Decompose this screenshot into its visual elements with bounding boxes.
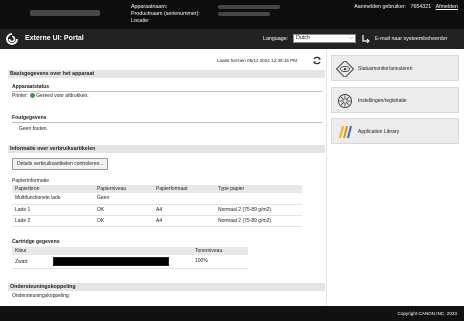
cartridge-info-title: Cartridge gegevens [12,239,60,245]
app-library-icon [339,126,352,138]
eye-icon [336,61,354,77]
table-row: Lade 1 OK A4 Normaal 2 (75-89 g/m2) [12,204,302,216]
top-header: Apparaatnaam: Productnaam (serienummer):… [0,0,464,29]
error-value: Geen fouten. [19,126,48,132]
table-cell: A4 [153,215,215,227]
toner-color-cell: Zwart [12,255,192,269]
toner-level: 100% [192,255,248,269]
settings-registration-button[interactable]: Instellingen/registratie [331,87,459,113]
table-row: Lade 2 OK A4 Normaal 2 (75-89 g/m2) [12,215,302,227]
table-cell [153,193,215,205]
column-header: Tonerniveau [192,247,248,255]
table-cell: Geen [94,193,153,205]
column-header: Papierbron [12,185,94,193]
column-header: Kleur [12,247,192,255]
paper-table-header: Papierbron Papierniveau Papierformaat Ty… [12,185,302,193]
column-header: Type papier [215,185,302,193]
paper-info-title: Papierinformatie [12,178,50,184]
table-cell: Lade 1 [12,204,94,216]
status-monitor-button[interactable]: Statusmonitor/annuleren [331,55,459,81]
device-info: Apparaatnaam: Productnaam (serienummer):… [131,4,200,25]
canon-portal-logo-icon [6,33,18,45]
paper-table: Papierbron Papierniveau Papierformaat Ty… [12,185,302,227]
application-library-button[interactable]: Application Library [331,118,459,144]
toner-color: Zwart [15,258,28,265]
logout-link[interactable]: Afmelden [436,4,458,10]
printer-status-row: Printer: Gereed voor afdrukken. [12,93,89,99]
table-row: Zwart 100% [12,255,248,269]
product-name-label: Productnaam (serienummer): [131,11,200,17]
device-name-label: Apparaatnaam: [131,4,168,10]
toner-level-bar [53,256,169,266]
nav-bar: Externe UI: Portal Language: Dutch ⌵ E-m… [0,29,464,49]
login-label: Aanmelden gebruiker: [354,4,407,10]
redacted-logo [30,10,100,16]
cartridge-table-header: Kleur Tonerniveau [12,247,248,255]
table-cell: Normaal 2 (75-89 g/m2) [215,215,302,227]
redacted-product-name [218,12,270,16]
refresh-icon[interactable] [312,56,322,65]
column-header: Papierniveau [94,185,153,193]
email-admin-link[interactable]: E-mail naar systeembeheerder [375,36,447,42]
portal-title: Externe UI: Portal [25,35,84,42]
divider [12,91,322,92]
column-header: Papierformaat [153,185,215,193]
settings-label: Instellingen/registratie [358,98,407,104]
settings-gear-icon [338,94,352,108]
cartridge-table: Kleur Tonerniveau Zwart 100% [12,247,248,269]
table-row: Multifunctionele lade Geen [12,193,302,205]
redacted-device-name [218,5,280,9]
table-cell: Normaal 2 (75-89 g/m2) [215,204,302,216]
chevron-down-icon: ⌵ [349,35,353,41]
login-user: 7654321 [410,4,432,10]
last-updated-text: Laatst herzien 05/11 2022 12:39:15 PM [217,58,298,63]
device-status-title: Apparaatstatus [12,84,50,90]
status-ok-icon [30,93,36,98]
table-cell: Lade 2 [12,215,94,227]
footer: Copyright CANON INC. 2023 [0,306,464,321]
error-info-title: Foutgegevens [12,115,47,121]
section-header-support: Ondersteuningskoppeling [8,283,325,291]
table-cell: OK [94,215,153,227]
mail-arrow-icon[interactable] [362,34,370,43]
printer-label: Printer: [12,93,29,99]
divider [12,122,322,123]
column-divider [326,49,327,306]
copyright-text: Copyright CANON INC. 2023 [397,311,458,316]
table-cell [215,193,302,205]
check-consumables-button[interactable]: Details verbruiksartikelen controleren..… [12,158,109,170]
status-monitor-label: Statusmonitor/annuleren [358,66,413,72]
location-label: Locatie: [131,18,150,24]
table-cell: A4 [153,204,215,216]
support-link-label: Ondersteuningskoppeling: [12,293,71,299]
login-info: Aanmelden gebruiker: 7654321 Afmelden [354,4,458,10]
printer-status: Gereed voor afdrukken. [36,93,89,99]
section-header-consumables: Informatie over verbruiksartikelen [8,145,325,153]
table-cell: Multifunctionele lade [12,193,94,205]
section-header-basic-info: Basisgegevens over het apparaat [8,70,325,78]
language-value: Dutch [296,35,310,41]
table-cell: OK [94,204,153,216]
language-select[interactable]: Dutch ⌵ [293,34,356,43]
app-library-label: Application Library [358,129,400,135]
language-label: Language: [263,35,289,42]
